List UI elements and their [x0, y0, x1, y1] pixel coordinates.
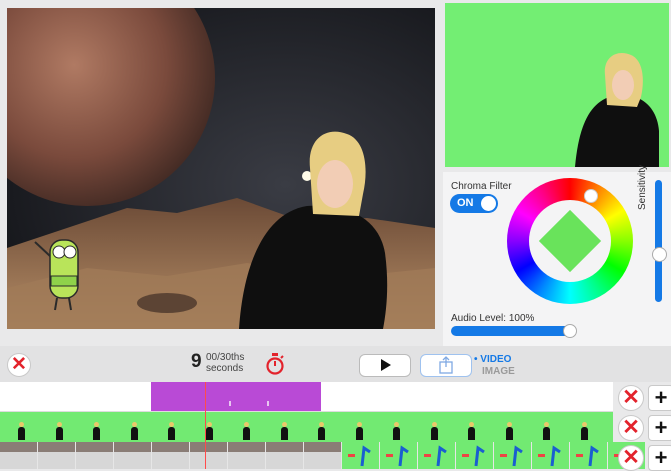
plus-icon: + [654, 385, 668, 410]
close-icon: ✕ [622, 386, 640, 409]
sensitivity-slider-handle[interactable] [652, 247, 667, 262]
toggle-knob [481, 196, 496, 211]
video-frame-thumbnail [206, 422, 213, 440]
audio-level-label: Audio Level: 100% [451, 313, 535, 324]
clip-marker [267, 401, 269, 406]
video-frame-thumbnail [581, 422, 588, 440]
chroma-toggle-label: ON [457, 197, 474, 209]
animation-frame-thumbnail [494, 442, 531, 469]
close-icon: ✕ [622, 446, 640, 469]
toolbar: ✕ 9 00/30ths seconds • VIDEO IMAGE [0, 346, 671, 382]
background-frame-thumbnail [0, 442, 37, 469]
close-icon: ✕ [11, 354, 27, 375]
play-button[interactable] [359, 354, 411, 377]
sensitivity-slider[interactable] [655, 180, 662, 302]
chroma-panel: Chroma Filter ON Sensitivity Audio Level… [443, 165, 671, 346]
time-seconds: 9 [191, 351, 202, 372]
mode-image-option[interactable]: IMAGE [482, 366, 515, 377]
selected-clip-range[interactable] [151, 382, 321, 411]
background-frame-thumbnail [228, 442, 265, 469]
delete-track-button[interactable]: ✕ [618, 445, 644, 471]
video-frame-thumbnail [56, 422, 63, 440]
chroma-filter-label: Chroma Filter [451, 181, 512, 192]
video-frame-thumbnail [18, 422, 25, 440]
close-button[interactable]: ✕ [7, 353, 31, 377]
video-frame-thumbnail [131, 422, 138, 440]
delete-track-button[interactable]: ✕ [618, 415, 644, 441]
close-icon: ✕ [622, 416, 640, 439]
share-button[interactable] [420, 354, 472, 377]
background-frame-thumbnail [38, 442, 75, 469]
video-track[interactable] [0, 412, 613, 442]
source-presenter [575, 53, 659, 167]
composite-scene [7, 8, 435, 329]
plus-icon: + [654, 445, 668, 470]
timeline[interactable] [0, 382, 645, 469]
background-frame-thumbnail [190, 442, 227, 469]
stopwatch-icon[interactable] [265, 353, 285, 375]
time-frames: 00/30ths [206, 352, 245, 363]
video-frame-thumbnail [468, 422, 475, 440]
sensitivity-label: Sensitivity [637, 164, 648, 210]
audio-level-slider[interactable] [451, 326, 574, 336]
video-frame-thumbnail [543, 422, 550, 440]
add-track-button[interactable]: + [648, 385, 671, 411]
color-wheel[interactable] [507, 178, 633, 304]
video-frame-thumbnail [243, 422, 250, 440]
video-frame-thumbnail [168, 422, 175, 440]
video-frame-thumbnail [506, 422, 513, 440]
animation-frame-thumbnail [456, 442, 493, 469]
animation-frame-thumbnail [342, 442, 379, 469]
playhead[interactable] [205, 382, 206, 469]
clip-marker [229, 401, 231, 406]
mode-video-option[interactable]: • VIDEO [474, 354, 511, 365]
time-fraction: 00/30ths seconds [206, 352, 244, 374]
video-frame-thumbnail [356, 422, 363, 440]
time-unit: seconds [206, 363, 244, 374]
source-camera-preview[interactable] [445, 3, 669, 167]
animation-frame-thumbnail [570, 442, 607, 469]
video-frame-thumbnail [393, 422, 400, 440]
video-frame-thumbnail [93, 422, 100, 440]
background-frame-thumbnail [152, 442, 189, 469]
animation-frame-thumbnail [418, 442, 455, 469]
play-icon [381, 359, 391, 371]
plus-icon: + [654, 415, 668, 440]
add-track-button[interactable]: + [648, 415, 671, 441]
video-frame-thumbnail [281, 422, 288, 440]
background-track[interactable] [0, 442, 645, 469]
background-frame-thumbnail [304, 442, 341, 469]
delete-track-button[interactable]: ✕ [618, 385, 644, 411]
add-track-button[interactable]: + [648, 445, 671, 471]
background-frame-thumbnail [266, 442, 303, 469]
video-frame-thumbnail [318, 422, 325, 440]
timeline-ruler-track[interactable] [0, 382, 613, 412]
animation-frame-thumbnail [380, 442, 417, 469]
color-wheel-handle[interactable] [584, 189, 598, 203]
audio-level-slider-handle[interactable] [563, 324, 577, 338]
video-frame-thumbnail [431, 422, 438, 440]
composite-preview[interactable] [7, 8, 435, 329]
animation-frame-thumbnail [532, 442, 569, 469]
share-icon [439, 356, 453, 374]
chroma-filter-toggle[interactable]: ON [450, 194, 498, 213]
background-frame-thumbnail [76, 442, 113, 469]
background-frame-thumbnail [114, 442, 151, 469]
